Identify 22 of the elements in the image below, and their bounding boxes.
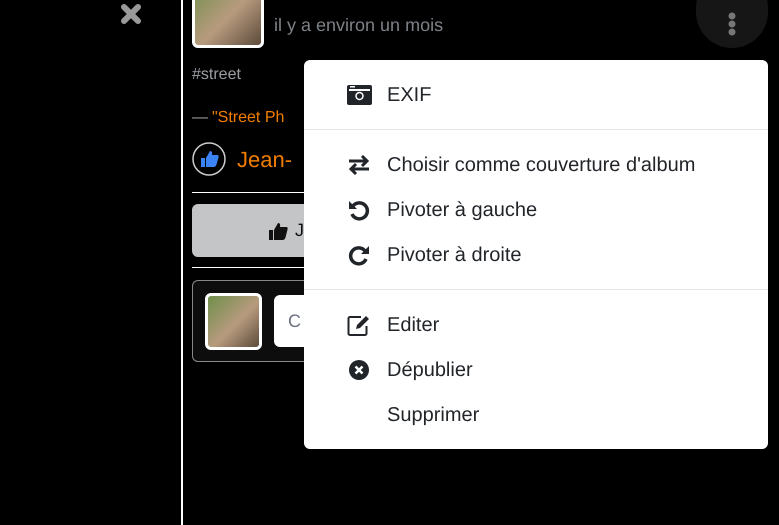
rotate-right-icon	[348, 244, 370, 266]
menu-item[interactable]: Supprimer	[304, 392, 768, 437]
edit-icon	[347, 314, 371, 336]
rotate-left-icon	[348, 198, 370, 220]
post-time: il y a environ un mois	[274, 14, 444, 37]
close-icon[interactable]	[120, 3, 142, 25]
more-icon	[728, 12, 736, 36]
menu-item[interactable]: Editer	[304, 302, 768, 347]
liker-name[interactable]: Jean-	[237, 142, 292, 176]
avatar-photo	[205, 292, 262, 350]
menu-item[interactable]: EXIF	[304, 72, 768, 117]
close-circle-icon	[348, 358, 370, 380]
thumbs-up-icon	[192, 142, 226, 176]
menu-item[interactable]: Dépublier	[304, 347, 768, 392]
menu-item[interactable]: Pivoter à gauche	[304, 187, 768, 232]
thumbs-up-icon	[269, 222, 289, 240]
swap-arrows-icon	[347, 154, 371, 174]
camera-icon	[346, 84, 372, 105]
album-link[interactable]: "Street Ph	[212, 106, 284, 130]
menu-item[interactable]: Choisir comme couverture d'album	[304, 142, 768, 187]
dash-mark: —	[192, 108, 208, 128]
menu-item[interactable]: Pivoter à droite	[304, 232, 768, 277]
